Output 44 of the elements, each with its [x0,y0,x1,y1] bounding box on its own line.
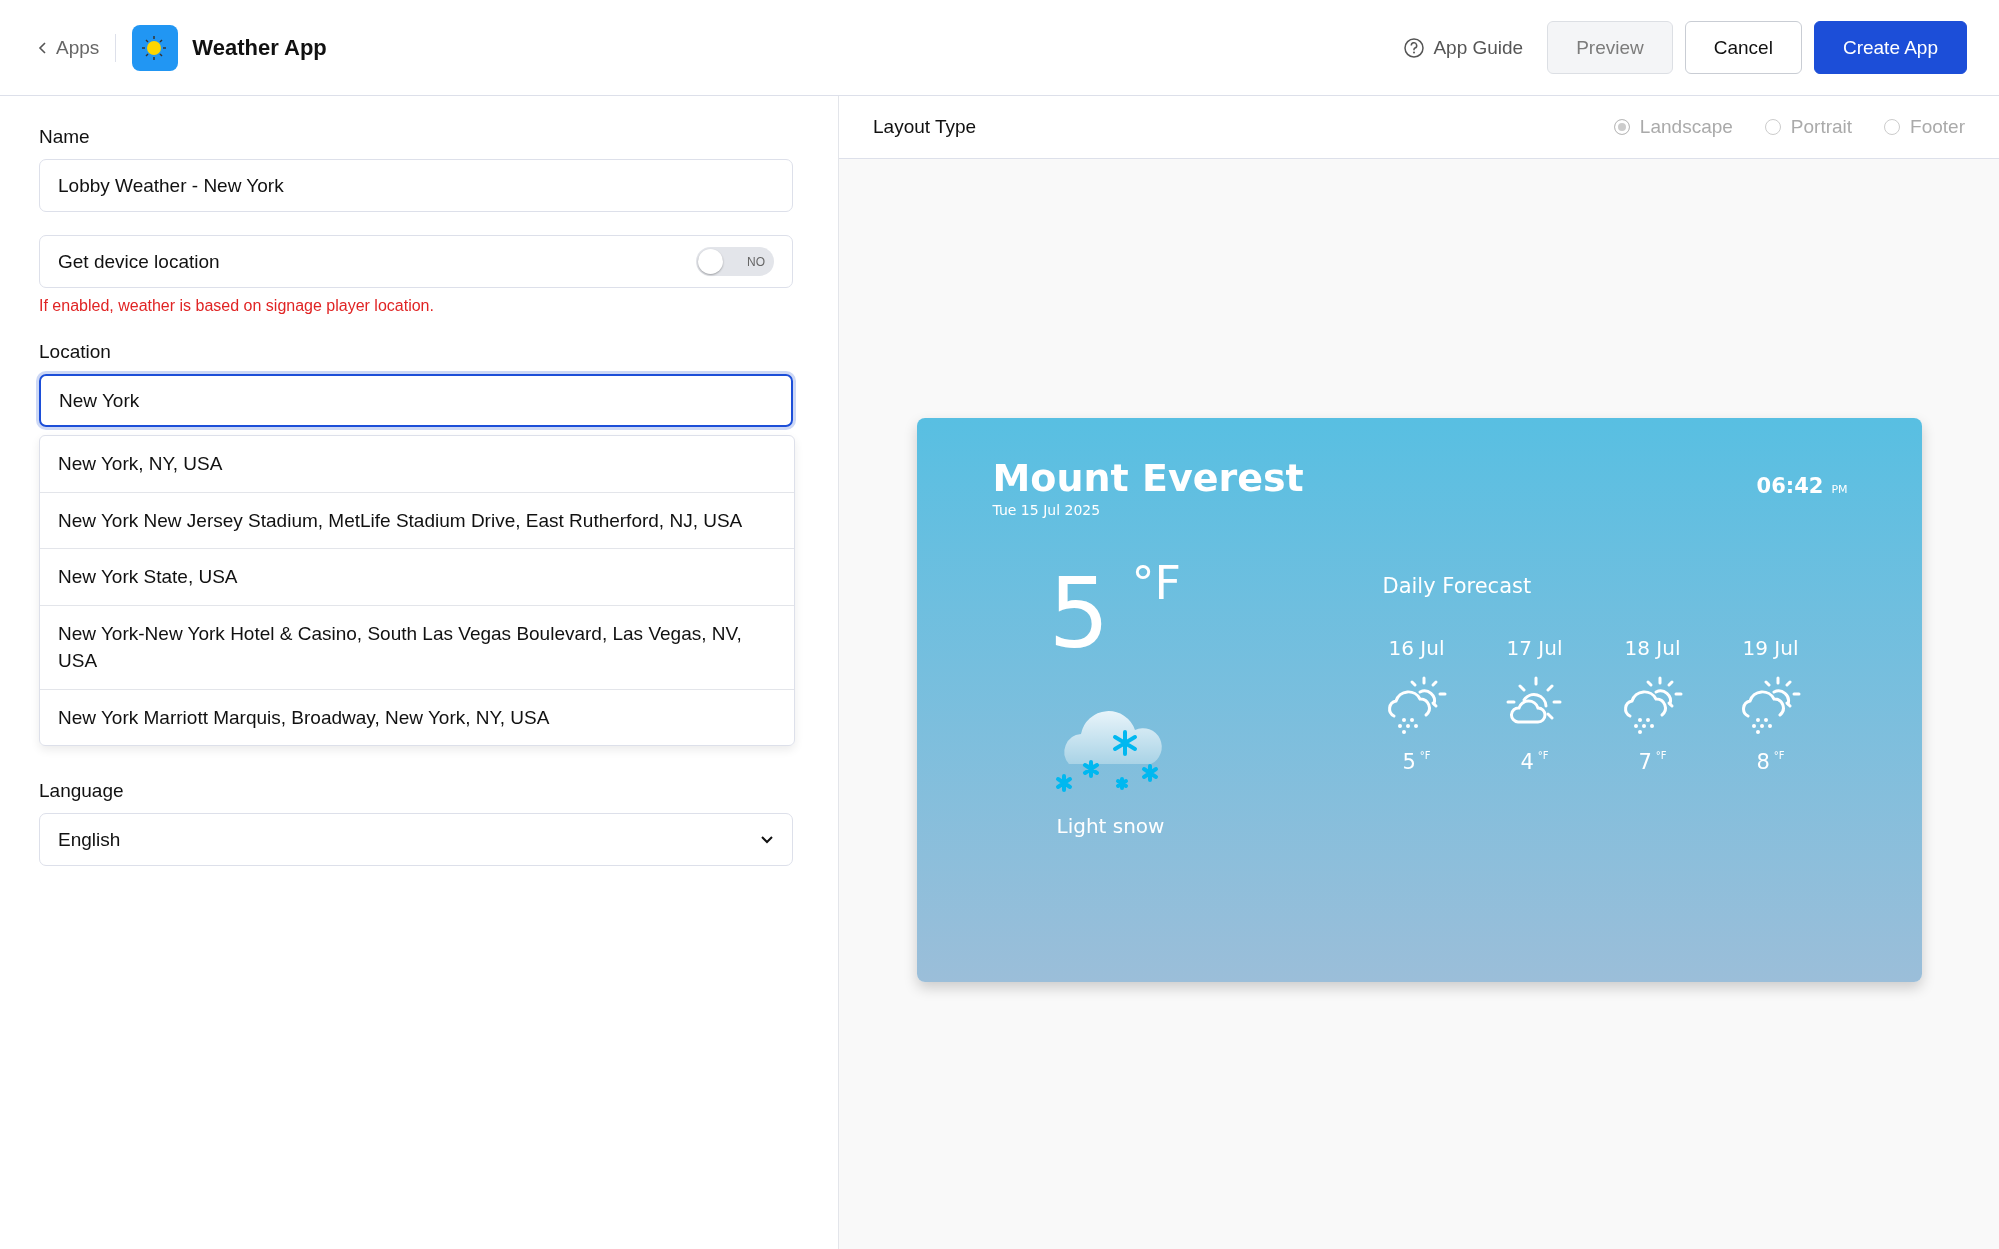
field-label: Location [39,341,111,363]
header-button[interactable]: Cancel [1684,21,1802,74]
forecast-temperature: 4 [1520,750,1534,774]
toggle-switch[interactable]: NO [696,247,774,276]
forecast-day: 18 Jul [1624,636,1681,660]
suggestion-item[interactable]: New York New Jersey Stadium, MetLife Stadium Drive, East Rutherford, NJ, USA [40,491,794,549]
sun-app-icon [132,24,179,71]
suggestion-item[interactable]: New York-New York Hotel & Casino, South Las Vegas Boulevard, Las Vegas, NV, USA [40,604,794,689]
location-field[interactable]: New York [39,374,793,427]
chevron-left-icon [38,40,48,55]
date-text: Tue 15 Jul 2025 [992,502,1102,518]
forecast-day: 16 Jul [1388,636,1445,660]
forecast-temperature: 7 [1638,750,1652,774]
forecast-day: 19 Jul [1742,636,1799,660]
am-pm-text: PM [1831,483,1848,496]
hint-text: If enabled, weather is based on signage player location. [39,297,434,315]
forecast-temperature: 5 [1402,750,1416,774]
suggestion-item[interactable]: New York Marriott Marquis, Broadway, New York, NY, USA [40,688,794,746]
app-title: Weather App [192,34,327,61]
forecast-unit: °F [1537,750,1549,761]
help-icon [1403,36,1426,59]
name-field[interactable]: Lobby Weather - New York [39,159,793,212]
language-select[interactable]: English [39,813,793,867]
back-link[interactable]: Apps [38,36,100,59]
suggestion-item[interactable]: New York State, USA [40,548,794,605]
city-name: Mount Everest [992,456,1304,500]
forecast-unit: °F [1655,750,1667,761]
forecast-temperature: 8 [1756,750,1770,774]
toggle-label: Get device location [58,250,220,273]
field-label: Language [39,780,124,803]
forecast-unit: °F [1773,750,1785,761]
forecast-title: Daily Forecast [1382,574,1533,598]
header-button[interactable]: Create App [1813,21,1967,74]
forecast-unit: °F [1419,750,1431,761]
temperature-unit: °F [1131,560,1182,606]
forecast-day: 17 Jul [1506,636,1563,660]
chevron-down-icon [760,834,774,845]
section-title: Layout Type [873,116,977,138]
clock-time: 06:42 [1756,474,1824,498]
field-label: Name [39,126,90,148]
app-guide-link[interactable]: App Guide [1403,36,1524,59]
suggestion-item[interactable]: New York, NY, USA [40,436,794,492]
current-temperature: 5 [1048,566,1110,662]
condition-text: Light snow [1056,814,1165,838]
